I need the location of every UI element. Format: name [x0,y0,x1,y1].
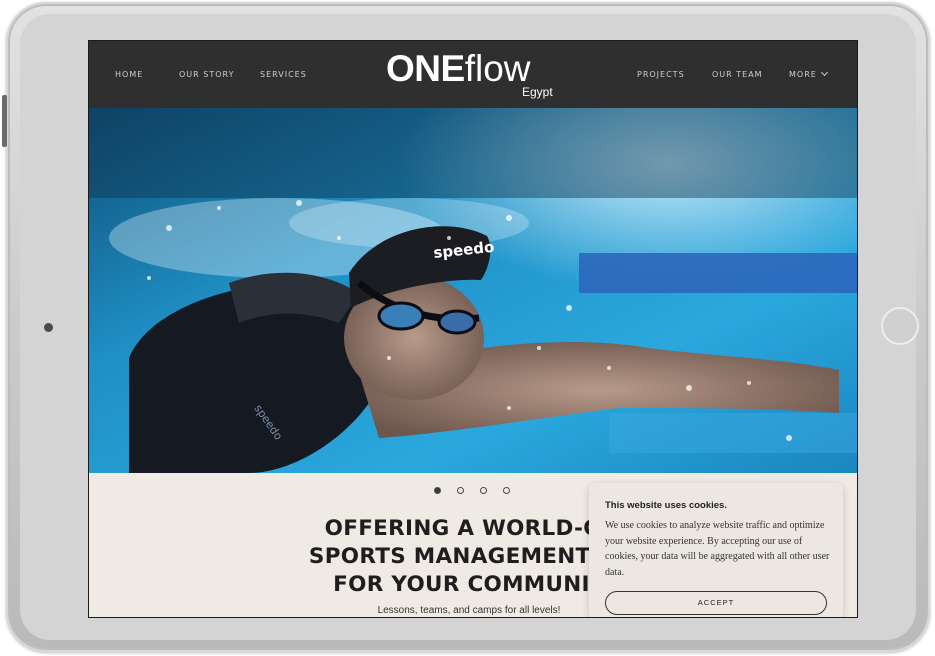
logo-subtitle: Egypt [522,85,553,99]
oneflow-logo[interactable]: ONEflow Egypt [386,47,566,103]
carousel-dot[interactable] [480,487,487,494]
logo-wordmark: ONEflow [386,48,531,89]
cookie-banner-title: This website uses cookies. [605,500,727,511]
accept-cookies-button[interactable]: ACCEPT [605,591,827,615]
swimmer-photo: speedo speedo [89,108,857,473]
nav-our-story[interactable]: OUR STORY [179,70,234,79]
carousel-dot[interactable] [434,487,441,494]
carousel-dot[interactable] [457,487,464,494]
navigation-bar: HOME OUR STORY SERVICES ONEflow Egypt PR… [89,41,857,108]
nav-our-team[interactable]: OUR TEAM [712,70,763,79]
carousel-dot[interactable] [503,487,510,494]
tablet-side-button [2,95,7,147]
hero-image-swimmer: speedo speedo [89,108,857,473]
nav-more-label: MORE [789,70,817,79]
nav-projects[interactable]: PROJECTS [637,70,685,79]
tablet-home-button[interactable] [881,307,919,345]
nav-home[interactable]: HOME [115,70,143,79]
cookie-banner: This website uses cookies. We use cookie… [589,483,843,617]
nav-more[interactable]: MORE [789,68,828,79]
chevron-down-icon [820,68,828,77]
nav-services[interactable]: SERVICES [260,70,307,79]
cookie-banner-text: We use cookies to analyze website traffi… [605,520,830,578]
tablet-camera [44,323,53,332]
website-screen: HOME OUR STORY SERVICES ONEflow Egypt PR… [88,40,858,618]
